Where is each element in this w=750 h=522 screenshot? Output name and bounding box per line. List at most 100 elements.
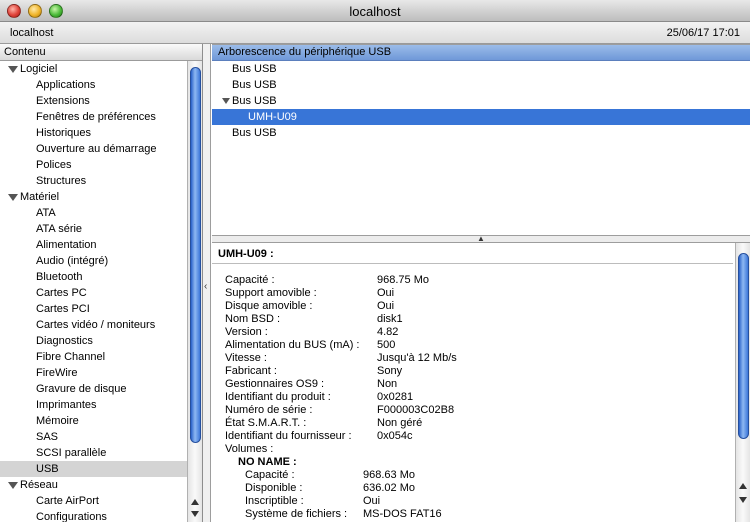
sidebar-item-fenetres-de-preferences[interactable]: Fenêtres de préférences	[0, 109, 202, 125]
sidebar-item-cartes-pci[interactable]: Cartes PCI	[0, 301, 202, 317]
sidebar-item-historiques[interactable]: Historiques	[0, 125, 202, 141]
sidebar-item-alimentation[interactable]: Alimentation	[0, 237, 202, 253]
disclosure-triangle-icon[interactable]	[8, 482, 18, 489]
sidebar-item-ouverture-au-demarrage[interactable]: Ouverture au démarrage	[0, 141, 202, 157]
property-value: 968.63 Mo	[363, 469, 415, 481]
property-key: Inscriptible :	[245, 495, 304, 507]
sidebar-item-label: Mémoire	[36, 415, 79, 427]
scroll-up-arrow-icon[interactable]	[191, 499, 199, 505]
sidebar-group-materiel[interactable]: Matériel	[0, 189, 202, 205]
sidebar-item-diagnostics[interactable]: Diagnostics	[0, 333, 202, 349]
property-key: Gestionnaires OS9 :	[225, 378, 325, 390]
scroll-down-arrow-icon[interactable]	[191, 511, 199, 517]
property-value: Non	[377, 378, 398, 390]
sidebar-group-reseau[interactable]: Réseau	[0, 477, 202, 493]
property-value: 4.82	[377, 326, 399, 338]
details-scroll-thumb[interactable]	[738, 253, 749, 439]
splitter-grip-icon: ▲	[477, 234, 485, 243]
sidebar-item-label: FireWire	[36, 367, 78, 379]
sidebar-item-memoire[interactable]: Mémoire	[0, 413, 202, 429]
sidebar-item-bluetooth[interactable]: Bluetooth	[0, 269, 202, 285]
usb-tree-row[interactable]: Bus USB	[212, 77, 750, 93]
vertical-splitter[interactable]: ‹	[203, 44, 211, 522]
usb-tree-row-label: Bus USB	[232, 79, 277, 91]
usb-tree-row-label: Bus USB	[232, 127, 277, 139]
sidebar-item-firewire[interactable]: FireWire	[0, 365, 202, 381]
sidebar-item-label: ATA série	[36, 223, 83, 235]
property-key: Vitesse :	[225, 352, 267, 364]
sidebar-item-label: Historiques	[36, 127, 92, 139]
sidebar-item-label: Polices	[36, 159, 72, 171]
sidebar-scrollbar[interactable]	[187, 61, 202, 522]
sidebar-group-logiciel[interactable]: Logiciel	[0, 61, 202, 77]
sidebar-item-label: Imprimantes	[36, 399, 97, 411]
disclosure-triangle-icon[interactable]	[8, 66, 18, 73]
sidebar-group-label: Logiciel	[20, 63, 58, 75]
sidebar-item-imprimantes[interactable]: Imprimantes	[0, 397, 202, 413]
sidebar-item-structures[interactable]: Structures	[0, 173, 202, 189]
usb-tree-row[interactable]: Bus USB	[212, 93, 750, 109]
sidebar-item-fibre-channel[interactable]: Fibre Channel	[0, 349, 202, 365]
usb-tree-header[interactable]: Arborescence du périphérique USB	[212, 45, 750, 61]
splitter-handle-icon: ‹	[204, 281, 208, 292]
sidebar-item-label: ATA	[36, 207, 56, 219]
disclosure-triangle-icon[interactable]	[222, 98, 230, 104]
sidebar-item-sas[interactable]: SAS	[0, 429, 202, 445]
property-value: 636.02 Mo	[363, 482, 415, 494]
computer-name: localhost	[10, 27, 54, 39]
scroll-up-arrow-icon[interactable]	[739, 483, 747, 489]
sidebar-item-label: Alimentation	[36, 239, 97, 251]
property-key: Identifiant du fournisseur :	[225, 430, 352, 442]
property-value: MS-DOS FAT16	[363, 508, 442, 520]
sidebar-group-label: Matériel	[20, 191, 60, 203]
property-key: Capacité :	[245, 469, 295, 481]
sidebar-item-audio-integre[interactable]: Audio (intégré)	[0, 253, 202, 269]
property-key: Alimentation du BUS (mA) :	[225, 339, 360, 351]
details-scrollbar[interactable]	[735, 243, 750, 522]
sidebar-item-extensions[interactable]: Extensions	[0, 93, 202, 109]
usb-tree-row[interactable]: Bus USB	[212, 61, 750, 77]
horizontal-splitter[interactable]: ▲	[212, 234, 750, 243]
contents-sidebar: Contenu Logiciel Applications Extensions Fe…	[0, 44, 203, 522]
sidebar-item-label: SAS	[36, 431, 59, 443]
contents-column-header[interactable]: Contenu	[0, 44, 202, 61]
disclosure-triangle-icon[interactable]	[8, 194, 18, 201]
sidebar-group-label: Réseau	[20, 479, 58, 491]
property-value: Sony	[377, 365, 403, 377]
sidebar-item-cartes-pc[interactable]: Cartes PC	[0, 285, 202, 301]
sidebar-item-cartes-video-moniteurs[interactable]: Cartes vidéo / moniteurs	[0, 317, 202, 333]
sidebar-item-carte-airport[interactable]: Carte AirPort	[0, 493, 202, 509]
sidebar-item-configurations[interactable]: Configurations	[0, 509, 202, 522]
sidebar-item-label: USB	[36, 463, 59, 475]
property-value: 0x054c	[377, 430, 413, 442]
sidebar-item-gravure-de-disque[interactable]: Gravure de disque	[0, 381, 202, 397]
device-details-heading: UMH-U09 :	[218, 248, 274, 260]
sidebar-item-polices[interactable]: Polices	[0, 157, 202, 173]
device-details-pane: UMH-U09 : Capacité : 968.75 Mo Support amo…	[212, 243, 750, 522]
scroll-down-arrow-icon[interactable]	[739, 497, 747, 503]
usb-tree-row-label: Bus USB	[232, 63, 277, 75]
sidebar-item-ata[interactable]: ATA	[0, 205, 202, 221]
window-title: localhost	[349, 4, 401, 19]
usb-tree-row[interactable]: Bus USB	[212, 125, 750, 141]
usb-tree-rows: Bus USB Bus USB Bus USB UMH-U09 Bus USB	[212, 61, 750, 141]
property-key: Identifiant du produit :	[225, 391, 331, 403]
property-key: Système de fichiers :	[245, 508, 348, 520]
property-key: Numéro de série :	[225, 404, 313, 416]
property-value: Jusqu'à 12 Mb/s	[377, 352, 457, 364]
property-key: Disponible :	[245, 482, 303, 494]
details-divider	[212, 263, 733, 264]
property-value: Non géré	[377, 417, 423, 429]
sidebar-item-ata-serie[interactable]: ATA série	[0, 221, 202, 237]
property-key: Fabricant :	[225, 365, 277, 377]
sidebar-item-usb[interactable]: USB	[0, 461, 202, 477]
property-key: Support amovible :	[225, 287, 317, 299]
sidebar-item-label: Cartes vidéo / moniteurs	[36, 319, 156, 331]
sidebar-item-label: Bluetooth	[36, 271, 83, 283]
property-value: 500	[377, 339, 396, 351]
sidebar-scroll-thumb[interactable]	[190, 67, 201, 443]
property-value: 0x0281	[377, 391, 414, 403]
sidebar-item-scsi-parallele[interactable]: SCSI parallèle	[0, 445, 202, 461]
sidebar-item-applications[interactable]: Applications	[0, 77, 202, 93]
usb-tree-row[interactable]: UMH-U09	[212, 109, 750, 125]
